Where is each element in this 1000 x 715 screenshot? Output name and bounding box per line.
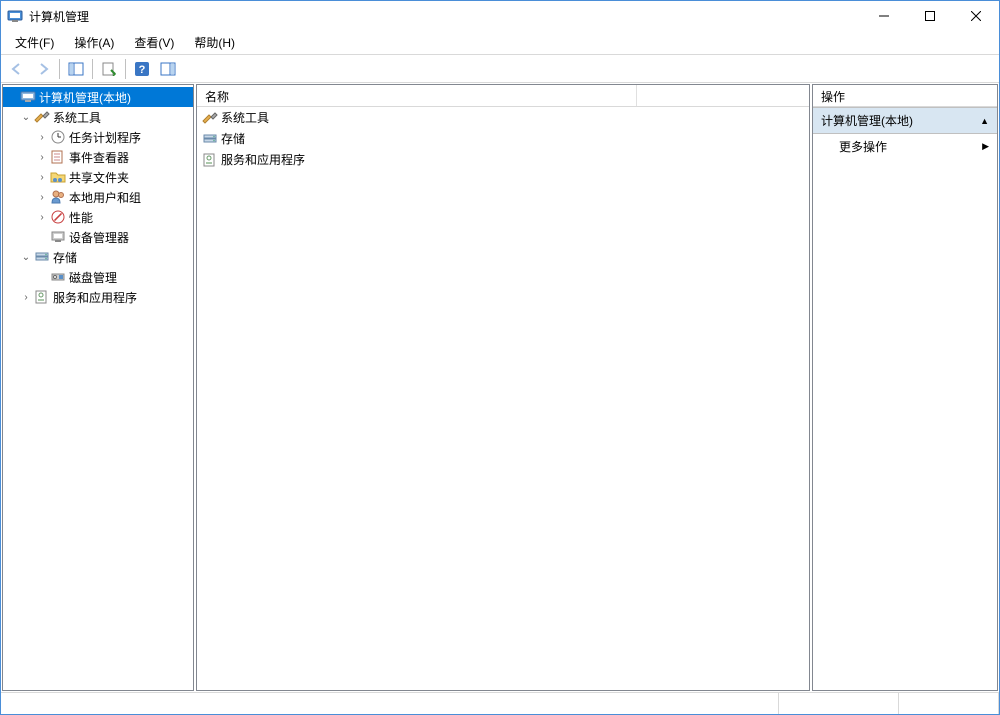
toolbar-separator	[125, 59, 126, 79]
menu-view[interactable]: 查看(V)	[124, 31, 184, 54]
close-button[interactable]	[953, 1, 999, 31]
tree-node-label: 计算机管理(本地)	[39, 89, 131, 106]
toolbar-separator	[92, 59, 93, 79]
list-header: 名称	[197, 85, 809, 107]
tree-node-label: 磁盘管理	[69, 269, 117, 286]
storage-icon	[34, 249, 50, 265]
list-item[interactable]: 服务和应用程序	[197, 149, 809, 170]
app-icon	[7, 8, 23, 24]
tree-node-label: 事件查看器	[69, 149, 129, 166]
tree-node-label: 共享文件夹	[69, 169, 129, 186]
tree-node-label: 本地用户和组	[69, 189, 141, 206]
list-item[interactable]: 系统工具	[197, 107, 809, 128]
list-item-label: 服务和应用程序	[221, 151, 305, 168]
disk-icon	[50, 269, 66, 285]
tree-event-viewer[interactable]: › 事件查看器	[3, 147, 193, 167]
tree-services-apps[interactable]: › 服务和应用程序	[3, 287, 193, 307]
tree-system-tools[interactable]: ⌄ 系统工具	[3, 107, 193, 127]
computer-icon	[20, 89, 36, 105]
tree-storage[interactable]: ⌄ 存储	[3, 247, 193, 267]
status-cell	[899, 693, 999, 714]
content-area: 计算机管理(本地) ⌄ 系统工具 › 任务计划程序	[1, 83, 999, 692]
menubar: 文件(F) 操作(A) 查看(V) 帮助(H)	[1, 31, 999, 55]
maximize-button[interactable]	[907, 1, 953, 31]
statusbar	[1, 692, 999, 714]
tree-disk-management[interactable]: 磁盘管理	[3, 267, 193, 287]
menu-file[interactable]: 文件(F)	[5, 31, 64, 54]
services-icon	[202, 152, 218, 168]
window-controls	[861, 1, 999, 31]
device-icon	[50, 229, 66, 245]
expander-icon[interactable]: ›	[35, 132, 49, 143]
show-hide-action-pane-button[interactable]	[156, 58, 180, 80]
tree-panel: 计算机管理(本地) ⌄ 系统工具 › 任务计划程序	[2, 84, 194, 691]
tree-node-label: 存储	[53, 249, 77, 266]
expander-icon[interactable]: ⌄	[19, 112, 33, 123]
shared-folder-icon	[50, 169, 66, 185]
minimize-button[interactable]	[861, 1, 907, 31]
console-tree: 计算机管理(本地) ⌄ 系统工具 › 任务计划程序	[3, 85, 193, 690]
toolbar-separator	[59, 59, 60, 79]
show-hide-tree-button[interactable]	[64, 58, 88, 80]
svg-text:?: ?	[139, 64, 146, 76]
list-panel: 名称 系统工具 存储	[196, 84, 810, 691]
chevron-right-icon: ▶	[982, 141, 989, 152]
tree-node-label: 设备管理器	[69, 229, 129, 246]
back-button[interactable]	[5, 58, 29, 80]
list-body: 系统工具 存储 服务和应用程序	[197, 107, 809, 690]
tree-performance[interactable]: › 性能	[3, 207, 193, 227]
tools-icon	[34, 109, 50, 125]
actions-panel: 操作 计算机管理(本地) ▲ 更多操作 ▶	[812, 84, 998, 691]
tree-device-manager[interactable]: 设备管理器	[3, 227, 193, 247]
toolbar: ?	[1, 55, 999, 83]
performance-icon	[50, 209, 66, 225]
expander-icon[interactable]: ›	[19, 292, 33, 303]
tree-node-label: 系统工具	[53, 109, 101, 126]
list-item-label: 系统工具	[221, 109, 269, 126]
status-cell	[779, 693, 899, 714]
menu-help[interactable]: 帮助(H)	[184, 31, 245, 54]
tree-node-label: 性能	[69, 209, 93, 226]
tree-root[interactable]: 计算机管理(本地)	[3, 87, 193, 107]
tree-local-users[interactable]: › 本地用户和组	[3, 187, 193, 207]
expander-icon[interactable]: ›	[35, 192, 49, 203]
tree-task-scheduler[interactable]: › 任务计划程序	[3, 127, 193, 147]
tools-icon	[202, 110, 218, 126]
menu-action[interactable]: 操作(A)	[64, 31, 124, 54]
window-frame: 计算机管理 文件(F) 操作(A) 查看(V) 帮助(H)	[0, 0, 1000, 715]
column-blank[interactable]	[637, 85, 809, 106]
window-title: 计算机管理	[29, 8, 861, 25]
titlebar: 计算机管理	[1, 1, 999, 31]
users-icon	[50, 189, 66, 205]
storage-icon	[202, 131, 218, 147]
column-name[interactable]: 名称	[197, 85, 637, 106]
status-cell	[1, 693, 779, 714]
services-icon	[34, 289, 50, 305]
event-log-icon	[50, 149, 66, 165]
tree-shared-folders[interactable]: › 共享文件夹	[3, 167, 193, 187]
expander-icon[interactable]: ›	[35, 172, 49, 183]
collapse-icon: ▲	[980, 116, 989, 126]
expander-icon[interactable]: ›	[35, 152, 49, 163]
tree-node-label: 服务和应用程序	[53, 289, 137, 306]
action-item-label: 更多操作	[839, 138, 887, 155]
list-item-label: 存储	[221, 130, 245, 147]
action-more[interactable]: 更多操作 ▶	[813, 134, 997, 159]
tree-node-label: 任务计划程序	[69, 129, 141, 146]
forward-button[interactable]	[31, 58, 55, 80]
clock-icon	[50, 129, 66, 145]
expander-icon[interactable]: ⌄	[19, 252, 33, 263]
expander-icon[interactable]: ›	[35, 212, 49, 223]
action-node-title[interactable]: 计算机管理(本地) ▲	[813, 107, 997, 134]
action-node-label: 计算机管理(本地)	[821, 112, 913, 129]
properties-button[interactable]	[97, 58, 121, 80]
help-button[interactable]: ?	[130, 58, 154, 80]
list-item[interactable]: 存储	[197, 128, 809, 149]
actions-header: 操作	[813, 85, 997, 107]
